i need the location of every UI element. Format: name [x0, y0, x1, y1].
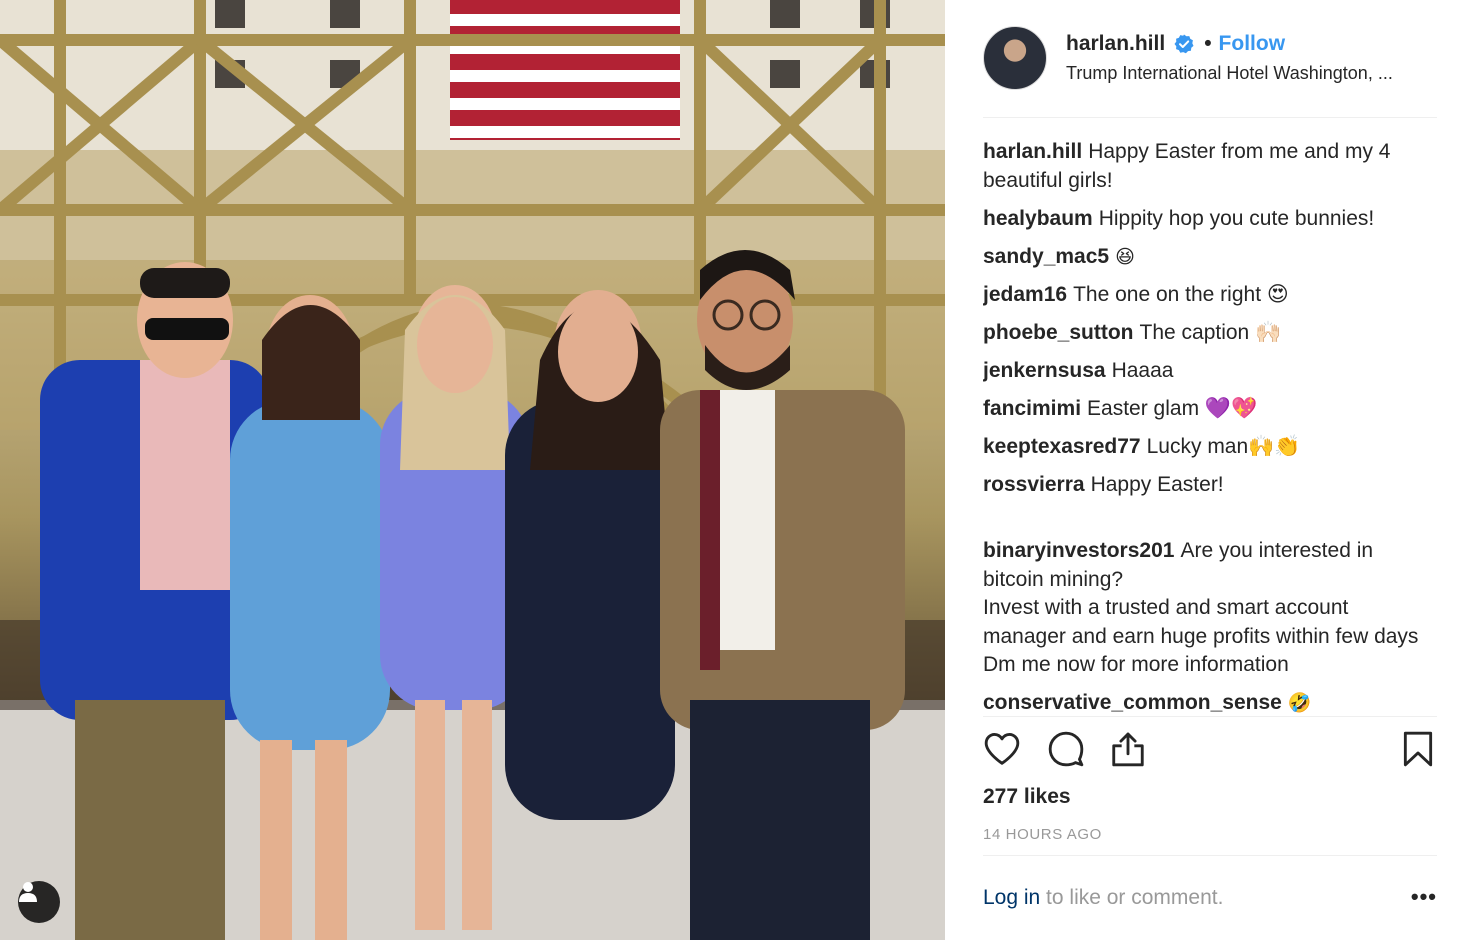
- comment-username[interactable]: jenkernsusa: [983, 359, 1106, 382]
- comment-item: phoebe_sutton The caption 🙌🏻: [983, 319, 1437, 348]
- comment-username[interactable]: jedam16: [983, 283, 1067, 306]
- post-photo[interactable]: [0, 0, 945, 940]
- comment-text: Haaaa: [1111, 358, 1174, 382]
- comment-username[interactable]: keeptexasred77: [983, 435, 1141, 458]
- comment-username[interactable]: rossvierra: [983, 473, 1085, 496]
- comment-username[interactable]: harlan.hill: [983, 140, 1082, 163]
- comment-item: jedam16 The one on the right 😍: [983, 281, 1437, 310]
- post-header: harlan.hill • Follow Trump International…: [983, 26, 1437, 90]
- comment-item: sandy_mac5 😆: [983, 243, 1437, 272]
- comment-item: healybaum Hippity hop you cute bunnies!: [983, 205, 1437, 234]
- comment-item: fancimimi Easter glam 💜💖: [983, 395, 1437, 424]
- comment-text: The one on the right 😍: [1073, 282, 1289, 306]
- comment-username[interactable]: phoebe_sutton: [983, 321, 1134, 344]
- comment-item: conservative_common_sense 🤣: [983, 689, 1437, 716]
- user-tag-button[interactable]: [18, 881, 60, 923]
- post-side-panel: harlan.hill • Follow Trump International…: [945, 0, 1466, 940]
- header-divider: [983, 117, 1437, 118]
- comment-item: keeptexasred77 Lucky man🙌👏: [983, 433, 1437, 462]
- comment-item: rossvierra Happy Easter!: [983, 471, 1437, 500]
- comment-icon[interactable]: [1047, 730, 1085, 768]
- comment-text: Happy Easter!: [1090, 472, 1224, 496]
- comment-username[interactable]: fancimimi: [983, 397, 1081, 420]
- comments-divider: [983, 716, 1437, 717]
- comment-text: Easter glam 💜💖: [1087, 396, 1258, 420]
- header-line: harlan.hill • Follow: [1066, 32, 1441, 56]
- photo-illustration: [0, 0, 945, 940]
- more-options-button[interactable]: •••: [1411, 884, 1437, 910]
- comment-text: The caption 🙌🏻: [1139, 320, 1282, 344]
- share-icon[interactable]: [1109, 730, 1147, 768]
- comment-text: 🤣: [1287, 692, 1312, 714]
- comments-list[interactable]: harlan.hill Happy Easter from me and my 4…: [983, 138, 1437, 716]
- comment-username[interactable]: healybaum: [983, 207, 1093, 230]
- comment-username[interactable]: sandy_mac5: [983, 245, 1109, 268]
- comment-item: jenkernsusa Haaaa: [983, 357, 1437, 386]
- avatar[interactable]: [983, 26, 1047, 90]
- comment-text: 😆: [1115, 245, 1135, 268]
- comment-username[interactable]: conservative_common_sense: [983, 691, 1282, 714]
- login-prompt: Log in to like or comment. •••: [983, 884, 1437, 910]
- comment-text: Hippity hop you cute bunnies!: [1098, 206, 1375, 230]
- heart-icon[interactable]: [983, 730, 1021, 768]
- login-link[interactable]: Log in: [983, 886, 1040, 909]
- username-link[interactable]: harlan.hill: [1066, 32, 1165, 56]
- verified-badge-icon: [1174, 34, 1194, 54]
- action-bar: [983, 730, 1437, 774]
- likes-count[interactable]: 277 likes: [983, 785, 1071, 809]
- comment-username[interactable]: binaryinvestors201: [983, 539, 1174, 562]
- comment-text: Lucky man🙌👏: [1146, 434, 1301, 458]
- user-icon: [19, 882, 37, 902]
- separator-dot: •: [1204, 32, 1212, 55]
- follow-button[interactable]: Follow: [1219, 32, 1286, 56]
- post-timestamp[interactable]: 14 HOURS AGO: [983, 826, 1102, 843]
- location-link[interactable]: Trump International Hotel Washington, ..…: [1066, 63, 1436, 84]
- bookmark-icon[interactable]: [1399, 730, 1437, 768]
- post-header-text: harlan.hill • Follow Trump International…: [1066, 32, 1441, 84]
- login-prompt-text: to like or comment.: [1040, 886, 1224, 909]
- footer-divider: [983, 855, 1437, 856]
- comment-item: binaryinvestors201 Are you interested in …: [983, 509, 1437, 680]
- comment-item: harlan.hill Happy Easter from me and my 4…: [983, 138, 1437, 195]
